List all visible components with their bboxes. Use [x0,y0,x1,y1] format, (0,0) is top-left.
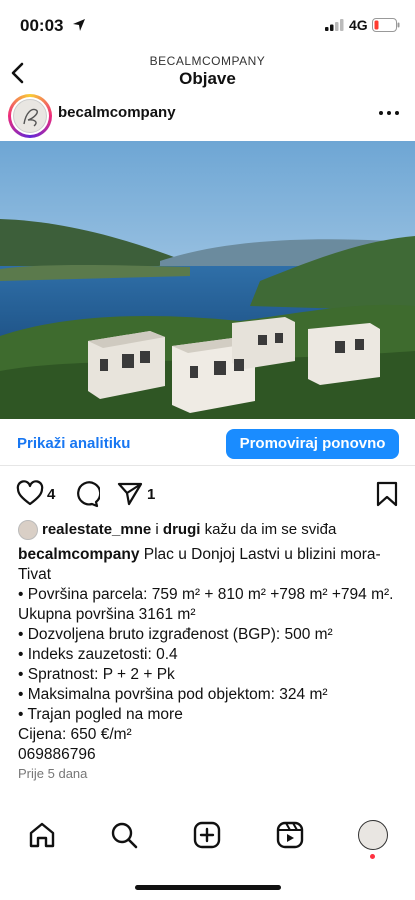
location-arrow-icon [73,19,85,31]
boost-again-button[interactable]: Promoviraj ponovno [226,429,399,459]
like-count[interactable]: 4 [47,486,55,503]
caption-item: • Spratnost: P + 2 + Pk [18,666,175,683]
share-count: 1 [147,486,156,503]
caption-price: Cijena: 650 €/m² [18,726,132,743]
view-insights-link[interactable]: Prikaži analitiku [17,435,130,452]
caption-item: • Površina parcela: 759 m² + 810 m² +798… [18,586,394,623]
heart-icon[interactable] [16,480,44,508]
caption-author[interactable]: becalmcompany [18,546,139,563]
bottom-tab-bar [0,808,415,868]
home-icon[interactable] [27,820,57,850]
status-bar: 00:03 4G [0,0,415,50]
profile-tab-avatar[interactable] [358,820,388,850]
reels-icon[interactable] [275,820,305,850]
caption-item: • Trajan pogled na more [18,706,183,723]
notification-dot [370,854,375,859]
search-icon[interactable] [109,820,139,850]
avatar-logo-icon [23,108,38,127]
home-indicator[interactable] [135,885,281,890]
post-actions: 4 1 [0,476,415,512]
status-time: 00:03 [20,16,64,35]
liker-username[interactable]: realestate_mne [42,521,151,538]
post-username[interactable]: becalmcompany [58,104,176,121]
caption-item: • Maksimalna površina pod objektom: 324 … [18,686,328,703]
caption-phone[interactable]: 069886796 [18,745,403,765]
liker-others[interactable]: drugi [163,521,201,538]
avatar[interactable] [8,94,52,138]
post-timestamp: Prije 5 dana [18,766,88,781]
analytics-row: Prikaži analitiku Promoviraj ponovno [0,424,415,466]
more-icon[interactable] [377,104,401,122]
caption-item: • Indeks zauzetosti: 0.4 [18,646,178,663]
share-icon[interactable] [116,480,144,508]
bookmark-icon[interactable] [373,480,401,508]
house-4 [308,323,380,385]
post-image[interactable] [0,141,415,419]
signal-icon [325,19,344,31]
post-header: becalmcompany [0,94,415,138]
post-caption: becalmcompany Plac u Donjoj Lastvi u bli… [18,545,403,765]
network-label: 4G [349,17,368,33]
page-title: Objave [179,69,236,88]
account-name: BECALMCOMPANY [149,54,266,68]
nav-header: BECALMCOMPANY Objave [0,50,415,98]
create-icon[interactable] [192,820,222,850]
comment-icon[interactable] [72,480,100,508]
caption-item: • Dozvoljena bruto izgrađenost (BGP): 50… [18,626,333,643]
liker-avatar [18,520,38,540]
battery-icon [372,18,400,32]
